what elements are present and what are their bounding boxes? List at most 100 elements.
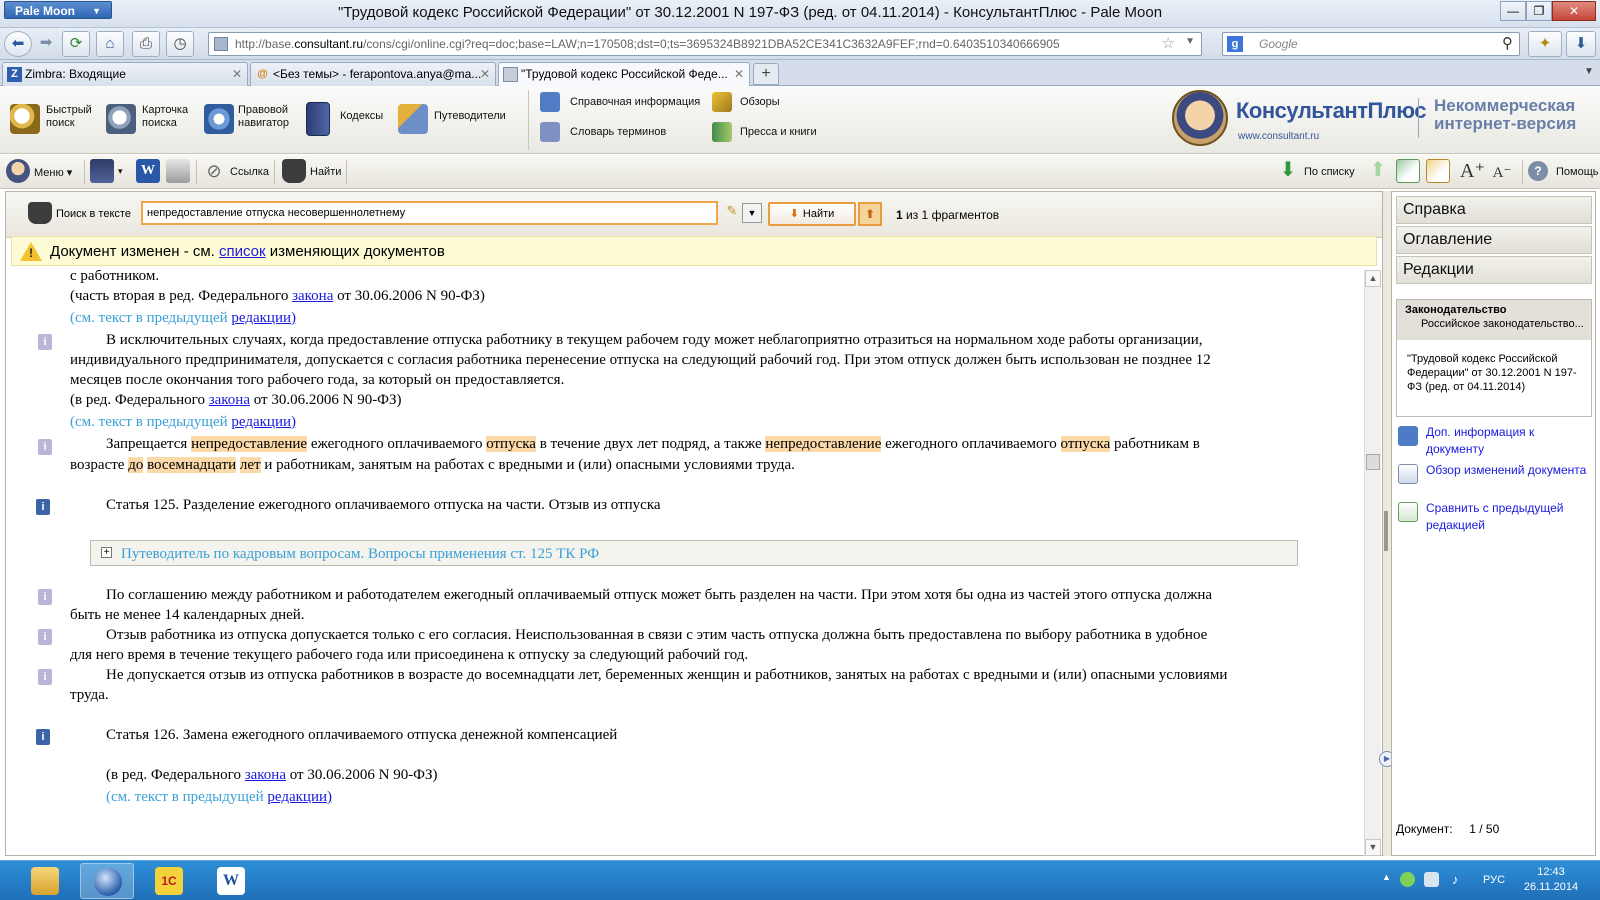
scroll-thumb[interactable] — [1366, 454, 1380, 470]
paragraph-info-icon[interactable]: i — [38, 439, 52, 455]
paragraph-info-icon[interactable]: i — [38, 589, 52, 605]
app-menu-button[interactable]: Pale Moon ▼ — [4, 1, 112, 19]
google-icon[interactable]: g — [1227, 36, 1243, 52]
compare-editions-link[interactable]: Сравнить с предыдущей редакцией — [1426, 500, 1592, 534]
new-tab-button[interactable]: + — [753, 63, 779, 85]
law-link[interactable]: закона — [245, 767, 286, 783]
find-toolbar-button[interactable]: Найти — [310, 166, 341, 178]
addons-button[interactable]: ✦ — [1528, 31, 1562, 57]
show-hidden-icons[interactable]: ▲ — [1382, 872, 1391, 882]
previous-edition-link[interactable]: редакции) — [267, 789, 332, 805]
maximize-button[interactable]: ❐ — [1526, 1, 1552, 21]
law-link[interactable]: закона — [209, 392, 250, 408]
clear-list-icon[interactable] — [1426, 159, 1450, 183]
export-list-icon[interactable] — [1396, 159, 1420, 183]
printer-icon[interactable] — [166, 159, 190, 183]
folder-icon — [31, 867, 59, 895]
changes-review-link[interactable]: Обзор изменений документа — [1426, 462, 1586, 479]
magnifier-icon[interactable]: ⚲ — [1502, 34, 1513, 52]
reviews-button[interactable]: Обзоры — [712, 92, 802, 116]
paragraph-info-icon[interactable]: i — [38, 334, 52, 350]
font-increase-icon[interactable]: A⁺ — [1460, 159, 1485, 183]
close-button[interactable]: ✕ — [1552, 1, 1596, 21]
font-decrease-icon[interactable]: A⁻ — [1490, 159, 1514, 183]
compare-editions-link-row[interactable]: Сравнить с предыдущей редакцией — [1396, 500, 1592, 536]
tab-consultant[interactable]: "Трудовой кодекс Российской Феде... ✕ — [498, 62, 750, 86]
press-button[interactable]: Пресса и книги — [712, 122, 822, 146]
taskbar-palemoon[interactable] — [80, 863, 134, 899]
volume-icon[interactable]: ♪ — [1452, 872, 1467, 887]
clock[interactable]: 12:43 26.11.2014 — [1516, 865, 1586, 895]
menu-avatar-icon[interactable] — [6, 159, 30, 183]
reload-button[interactable]: ⟳ — [62, 31, 90, 57]
guide-link[interactable]: Путеводитель по кадровым вопросам. Вопро… — [121, 544, 599, 564]
changes-review-link-row[interactable]: Обзор изменений документа — [1396, 462, 1592, 498]
codes-button[interactable]: Кодексы — [306, 100, 396, 140]
paragraph-info-icon[interactable]: i — [38, 629, 52, 645]
paragraph-info-icon[interactable]: i — [38, 669, 52, 685]
consultant-logo-url: www.consultant.ru — [1238, 131, 1320, 142]
previous-edition-link[interactable]: редакции) — [231, 310, 296, 326]
link-button[interactable]: Ссылка — [230, 166, 269, 178]
search-in-text-input[interactable] — [141, 201, 718, 225]
find-next-button[interactable]: ⬇ Найти — [768, 202, 856, 226]
menu-button[interactable]: Меню ▾ — [34, 166, 72, 179]
law-link[interactable]: закона — [292, 288, 333, 304]
document-scrollbar[interactable]: ▲ ▼ — [1364, 270, 1381, 856]
word-export-icon[interactable]: W — [136, 159, 160, 183]
url-bar[interactable]: http://base.consultant.ru/cons/cgi/onlin… — [208, 32, 1202, 56]
reference-info-button[interactable]: Справочная информация — [540, 92, 710, 116]
tab-zimbra[interactable]: Z Zimbra: Входящие ✕ — [2, 62, 248, 86]
back-button[interactable]: ⬅ — [4, 31, 32, 57]
home-button[interactable]: ⌂ — [96, 31, 124, 57]
dictionary-button[interactable]: Словарь терминов — [540, 122, 710, 146]
tray-app-icon[interactable] — [1400, 872, 1415, 887]
splitter-grip[interactable] — [1384, 511, 1388, 551]
guides-button[interactable]: Путеводители — [398, 100, 518, 140]
close-tab-icon[interactable]: ✕ — [480, 67, 490, 81]
save-dropdown-icon[interactable]: ▾ — [118, 166, 123, 177]
text-fragment: работникам в — [1110, 436, 1200, 452]
scroll-down-button[interactable]: ▼ — [1365, 839, 1381, 856]
taskbar-word[interactable]: W — [204, 863, 258, 899]
web-search-input[interactable]: g Google ⚲ — [1222, 32, 1520, 56]
previous-edition-link[interactable]: редакции) — [231, 414, 296, 430]
print-button[interactable]: ⎙ — [132, 31, 160, 57]
help-button[interactable]: Помощь — [1556, 166, 1599, 178]
search-card-button[interactable]: Карточка поиска — [106, 100, 206, 140]
tab-mail[interactable]: @ <Без темы> - ferapontova.anya@ma... ✕ — [250, 62, 496, 86]
minimize-button[interactable]: — — [1500, 1, 1526, 21]
article-info-icon[interactable]: i — [36, 499, 50, 515]
guide-collapsible[interactable]: + Путеводитель по кадровым вопросам. Воп… — [90, 540, 1298, 566]
clear-search-icon[interactable]: ✎ — [722, 203, 742, 223]
url-dropdown-icon[interactable]: ▼ — [1185, 36, 1195, 47]
extra-info-link[interactable]: Доп. информация к документу — [1426, 424, 1592, 458]
legal-navigator-button[interactable]: Правовой навигатор — [204, 100, 304, 140]
scroll-up-button[interactable]: ▲ — [1365, 270, 1381, 287]
extra-info-link-row[interactable]: Доп. информация к документу — [1396, 424, 1592, 460]
close-tab-icon[interactable]: ✕ — [232, 67, 242, 81]
quick-search-button[interactable]: Быстрый поиск — [10, 100, 110, 140]
changes-list-link[interactable]: список — [219, 243, 266, 260]
by-list-button[interactable]: По списку — [1304, 166, 1355, 178]
language-indicator[interactable]: РУС — [1483, 874, 1505, 886]
expand-plus-icon[interactable]: + — [101, 547, 112, 558]
article-info-icon[interactable]: i — [36, 729, 50, 745]
panel-splitter[interactable]: ▶ — [1379, 191, 1395, 856]
network-icon[interactable] — [1424, 872, 1439, 887]
close-tab-icon[interactable]: ✕ — [734, 67, 744, 81]
tab-reference[interactable]: Справка — [1396, 196, 1592, 224]
bookmark-star-icon[interactable]: ☆ — [1162, 34, 1175, 52]
list-all-tabs-icon[interactable]: ▼ — [1584, 66, 1594, 77]
taskbar-1c[interactable]: 1C — [142, 863, 196, 899]
save-icon[interactable] — [90, 159, 114, 183]
tab-contents[interactable]: Оглавление — [1396, 226, 1592, 254]
find-previous-button[interactable]: ⬆ — [858, 202, 882, 226]
up-arrow-icon[interactable]: ⬆ — [1366, 159, 1390, 183]
taskbar-explorer[interactable] — [18, 863, 72, 899]
history-button[interactable]: ◷ — [166, 31, 194, 57]
search-history-dropdown[interactable]: ▼ — [742, 203, 762, 223]
forward-button[interactable]: ➡ — [32, 31, 60, 57]
download-button[interactable]: ⬇ — [1566, 31, 1596, 57]
tab-editions[interactable]: Редакции — [1396, 256, 1592, 284]
